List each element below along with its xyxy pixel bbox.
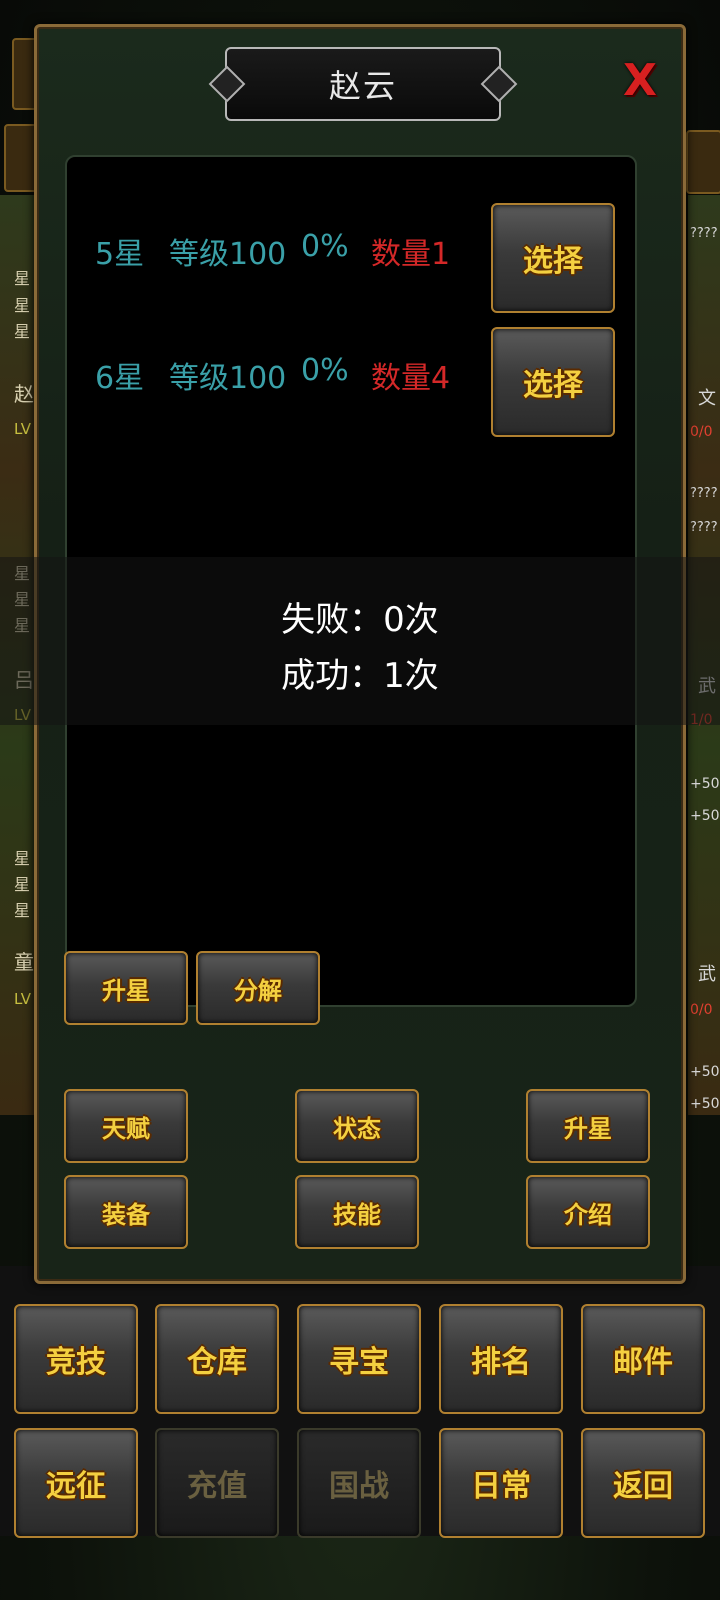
bg-left-char: 星 (14, 269, 31, 288)
menu-expedition-button[interactable]: 远征 (14, 1428, 138, 1538)
bg-left-char: LV (14, 420, 31, 438)
star-up-tab-button[interactable]: 升星 (526, 1089, 650, 1163)
bg-right-text: ???? (690, 486, 718, 501)
success-count-text: 成功：1次 (281, 656, 439, 696)
intro-tab-button[interactable]: 介绍 (526, 1175, 650, 1249)
bg-right-text: ???? (690, 226, 718, 241)
menu-mail-button[interactable]: 邮件 (581, 1304, 705, 1414)
bg-left-char: 星 (14, 875, 31, 894)
row-quantity: 数量4 (371, 361, 451, 396)
bg-left-char: 星 (14, 322, 31, 341)
bg-right-text: +50 (690, 808, 720, 824)
menu-nation-war-button[interactable]: 国战 (297, 1428, 421, 1538)
row-level: 等级100 (169, 237, 287, 272)
fail-count-text: 失败：0次 (281, 600, 439, 640)
bg-left-char: 星 (14, 296, 31, 315)
equipment-tab-button[interactable]: 装备 (64, 1175, 188, 1249)
upgrade-star-button[interactable]: 升星 (64, 951, 188, 1025)
row-star: 6星 (95, 361, 145, 396)
bg-right-text: 0/0 (690, 424, 713, 440)
menu-daily-button[interactable]: 日常 (439, 1428, 563, 1538)
bg-right-text: +50 (690, 1096, 720, 1112)
bg-right-text: +50 (690, 1064, 720, 1080)
close-icon[interactable]: X (617, 55, 663, 106)
menu-back-button[interactable]: 返回 (581, 1428, 705, 1538)
menu-recharge-button[interactable]: 充值 (155, 1428, 279, 1538)
result-toast-background (0, 557, 720, 725)
decompose-button[interactable]: 分解 (196, 951, 320, 1025)
top-tab-right[interactable] (686, 130, 720, 194)
row-percent: 0% (301, 229, 349, 264)
select-button[interactable]: 选择 (491, 327, 615, 437)
skill-tab-button[interactable]: 技能 (295, 1175, 419, 1249)
status-tab-button[interactable]: 状态 (295, 1089, 419, 1163)
bg-right-text: ???? (690, 520, 718, 535)
dialog-title: 赵云 (328, 67, 397, 105)
row-star: 5星 (95, 237, 145, 272)
row-level: 等级100 (169, 361, 287, 396)
talent-tab-button[interactable]: 天赋 (64, 1089, 188, 1163)
bg-right-text: 0/0 (690, 1002, 713, 1018)
bg-right-text: +50 (690, 776, 720, 792)
dialog-title-plate: 赵云 (225, 47, 501, 121)
bg-left-char: 星 (14, 901, 31, 920)
bg-right-text: 文 (698, 388, 716, 409)
menu-warehouse-button[interactable]: 仓库 (155, 1304, 279, 1414)
menu-arena-button[interactable]: 竞技 (14, 1304, 138, 1414)
row-percent: 0% (301, 353, 349, 388)
menu-treasure-button[interactable]: 寻宝 (297, 1304, 421, 1414)
bg-left-char: 童 (14, 950, 34, 974)
bg-left-char: 星 (14, 849, 31, 868)
select-button[interactable]: 选择 (491, 203, 615, 313)
bg-right-text: 武 (698, 964, 716, 985)
row-quantity: 数量1 (371, 237, 451, 272)
bg-left-char: LV (14, 990, 31, 1008)
menu-ranking-button[interactable]: 排名 (439, 1304, 563, 1414)
bg-left-char: 赵 (14, 382, 34, 406)
